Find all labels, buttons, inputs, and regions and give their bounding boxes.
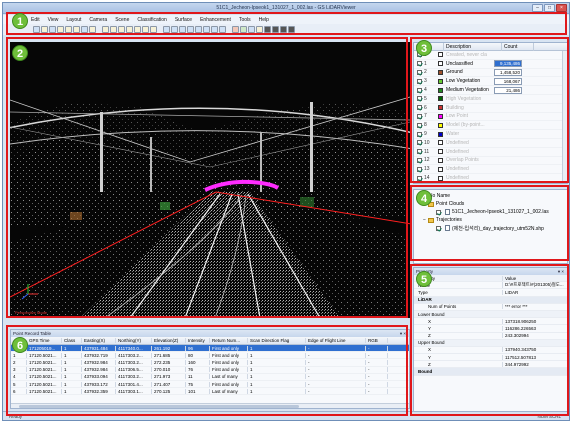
- badge-2: 2: [12, 45, 28, 61]
- class-row[interactable]: 15Undefined: [414, 183, 567, 184]
- highlight-box-property: [410, 264, 569, 416]
- highlight-box-tree: [410, 185, 569, 261]
- badge-6: 6: [12, 337, 28, 353]
- minimize-button[interactable]: –: [532, 4, 543, 12]
- badge-1: 1: [12, 13, 28, 29]
- maximize-button[interactable]: □: [544, 4, 555, 12]
- close-button[interactable]: ×: [556, 4, 567, 12]
- highlight-box-table: [6, 325, 408, 416]
- window-title: 51C1_Jecheon-Ipseok1_131027_1_002.las - …: [216, 5, 356, 11]
- badge-5: 5: [416, 271, 432, 287]
- badge-3: 3: [416, 40, 432, 56]
- highlight-box-classes: [410, 37, 569, 183]
- highlight-box-menu: [6, 12, 567, 35]
- highlight-box-viewport: [6, 37, 408, 318]
- badge-4: 4: [416, 190, 432, 206]
